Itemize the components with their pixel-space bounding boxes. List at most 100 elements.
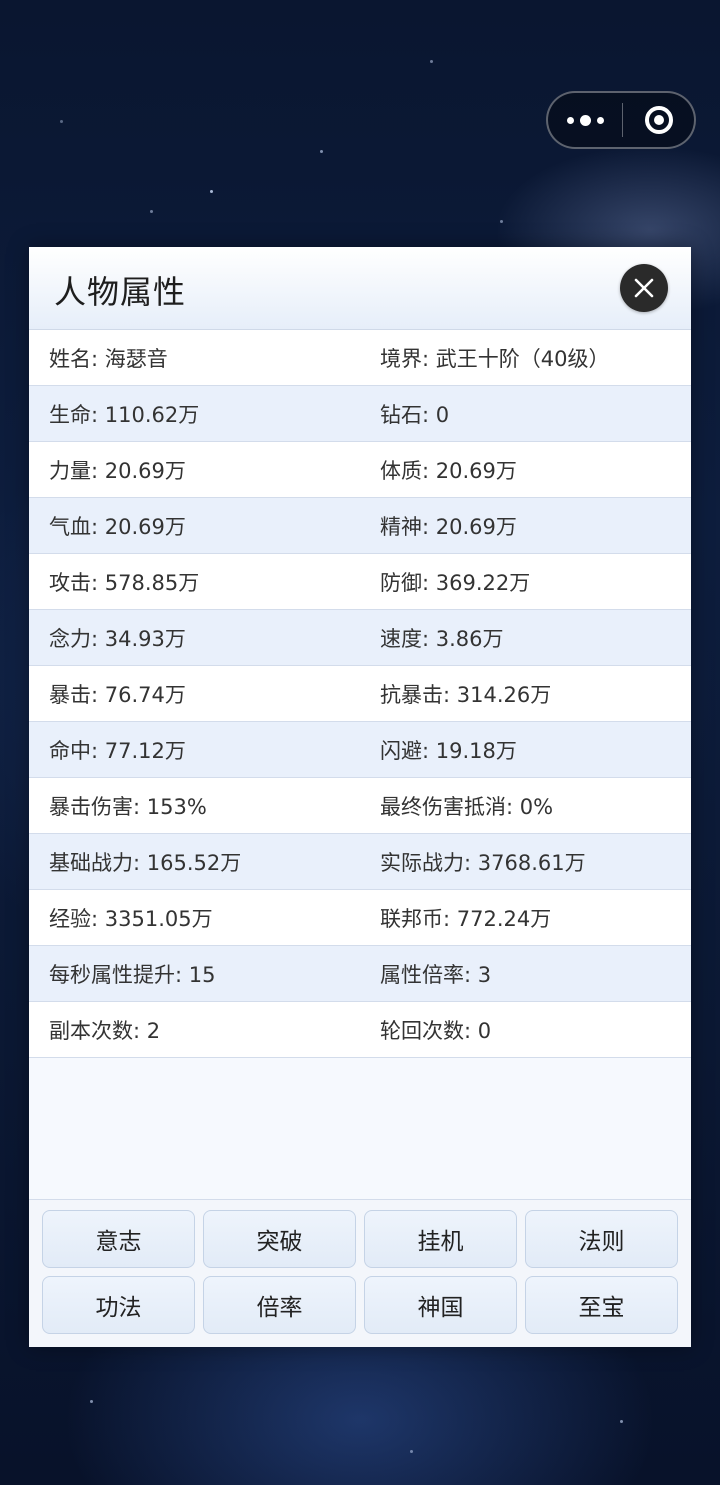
- attribute-separator: :: [91, 906, 105, 931]
- attribute-separator: :: [422, 570, 436, 595]
- attribute-row: 每秒属性提升: 15 属性倍率: 3: [29, 946, 691, 1002]
- attribute-cell: 姓名: 海瑟音: [29, 343, 360, 373]
- attribute-separator: :: [91, 346, 105, 371]
- attribute-cell: 体质: 20.69万: [360, 455, 691, 485]
- attribute-value: 0: [435, 402, 450, 427]
- attribute-label: 轮回次数: [380, 1018, 464, 1043]
- action-button-grid: 意志 突破 挂机 法则功法 倍率 神国 至宝: [42, 1210, 678, 1334]
- attribute-separator: :: [91, 626, 105, 651]
- background-star: [500, 220, 503, 223]
- attribute-value: 20.69万: [435, 458, 517, 483]
- attribute-row: 念力: 34.93万 速度: 3.86万: [29, 610, 691, 666]
- attribute-label: 联邦币: [380, 906, 443, 931]
- attribute-separator: :: [464, 962, 478, 987]
- attribute-cell: 力量: 20.69万: [29, 455, 360, 485]
- attribute-value: 578.85万: [104, 570, 200, 595]
- attribute-value: 20.69万: [104, 514, 186, 539]
- attribute-separator: :: [464, 850, 478, 875]
- background-star: [210, 190, 213, 193]
- background-star: [90, 1400, 93, 1403]
- attribute-cell: 实际战力: 3768.61万: [360, 847, 691, 877]
- attribute-row: 经验: 3351.05万 联邦币: 772.24万: [29, 890, 691, 946]
- attribute-label: 念力: [49, 626, 91, 651]
- attribute-label: 力量: [49, 458, 91, 483]
- background-star: [60, 120, 63, 123]
- attribute-row: 副本次数: 2 轮回次数: 0: [29, 1002, 691, 1058]
- attribute-value: 2: [146, 1018, 161, 1043]
- attribute-separator: :: [133, 850, 147, 875]
- attribute-value: 海瑟音: [104, 346, 168, 371]
- action-button[interactable]: 至宝: [525, 1276, 678, 1334]
- attribute-label: 姓名: [49, 346, 91, 371]
- action-button[interactable]: 意志: [42, 1210, 195, 1268]
- attribute-cell: 暴击: 76.74万: [29, 679, 360, 709]
- attribute-separator: :: [91, 738, 105, 763]
- attribute-cell: 联邦币: 772.24万: [360, 903, 691, 933]
- attribute-separator: :: [133, 794, 147, 819]
- attribute-cell: 抗暴击: 314.26万: [360, 679, 691, 709]
- attribute-row: 命中: 77.12万 闪避: 19.18万: [29, 722, 691, 778]
- attribute-separator: :: [422, 458, 436, 483]
- attribute-label: 每秒属性提升: [49, 962, 175, 987]
- panel-title: 人物属性: [54, 273, 187, 311]
- action-button[interactable]: 神国: [364, 1276, 517, 1334]
- attribute-separator: :: [506, 794, 520, 819]
- attribute-table: 姓名: 海瑟音 境界: 武王十阶（40级） 生命: 110.62万 钻石: 0 力量: …: [29, 330, 691, 1058]
- action-button[interactable]: 法则: [525, 1210, 678, 1268]
- attribute-label: 暴击: [49, 682, 91, 707]
- background-star: [410, 1450, 413, 1453]
- attribute-value: 武王十阶（40级）: [435, 346, 610, 371]
- attribute-label: 防御: [380, 570, 422, 595]
- action-button-bar: 意志 突破 挂机 法则功法 倍率 神国 至宝: [29, 1199, 691, 1347]
- action-button[interactable]: 功法: [42, 1276, 195, 1334]
- attribute-row: 生命: 110.62万 钻石: 0: [29, 386, 691, 442]
- attribute-cell: 生命: 110.62万: [29, 399, 360, 429]
- background-star: [620, 1420, 623, 1423]
- attribute-value: 772.24万: [456, 906, 552, 931]
- attribute-row: 力量: 20.69万 体质: 20.69万: [29, 442, 691, 498]
- attribute-separator: :: [422, 514, 436, 539]
- attribute-separator: :: [91, 514, 105, 539]
- attribute-value: 20.69万: [435, 514, 517, 539]
- attribute-cell: 念力: 34.93万: [29, 623, 360, 653]
- attribute-value: 0: [477, 1018, 492, 1043]
- attribute-cell: 闪避: 19.18万: [360, 735, 691, 765]
- attribute-row: 攻击: 578.85万 防御: 369.22万: [29, 554, 691, 610]
- attribute-separator: :: [422, 402, 436, 427]
- more-dots-icon[interactable]: [548, 93, 622, 147]
- close-button[interactable]: [620, 264, 668, 312]
- attribute-label: 暴击伤害: [49, 794, 133, 819]
- attribute-value: 3768.61万: [477, 850, 586, 875]
- attribute-cell: 最终伤害抵消: 0%: [360, 791, 691, 821]
- attribute-separator: :: [175, 962, 189, 987]
- attribute-label: 基础战力: [49, 850, 133, 875]
- background-star: [320, 150, 323, 153]
- action-button[interactable]: 突破: [203, 1210, 356, 1268]
- close-icon: [634, 278, 654, 298]
- attribute-value: 20.69万: [104, 458, 186, 483]
- attribute-cell: 攻击: 578.85万: [29, 567, 360, 597]
- attribute-separator: :: [443, 906, 457, 931]
- attribute-value: 165.52万: [146, 850, 242, 875]
- attribute-label: 攻击: [49, 570, 91, 595]
- attribute-separator: :: [422, 626, 436, 651]
- attribute-value: 0%: [519, 794, 554, 819]
- attribute-cell: 速度: 3.86万: [360, 623, 691, 653]
- attribute-value: 153%: [146, 794, 207, 819]
- attribute-separator: :: [422, 346, 436, 371]
- attribute-label: 经验: [49, 906, 91, 931]
- attribute-cell: 境界: 武王十阶（40级）: [360, 343, 691, 373]
- attribute-label: 命中: [49, 738, 91, 763]
- attribute-separator: :: [422, 738, 436, 763]
- attribute-separator: :: [91, 458, 105, 483]
- attribute-separator: :: [464, 1018, 478, 1043]
- attribute-row: 暴击伤害: 153% 最终伤害抵消: 0%: [29, 778, 691, 834]
- action-button[interactable]: 挂机: [364, 1210, 517, 1268]
- target-icon[interactable]: [623, 106, 694, 134]
- attribute-cell: 基础战力: 165.52万: [29, 847, 360, 877]
- attribute-value: 76.74万: [104, 682, 186, 707]
- action-button[interactable]: 倍率: [203, 1276, 356, 1334]
- attribute-cell: 精神: 20.69万: [360, 511, 691, 541]
- attribute-value: 369.22万: [435, 570, 531, 595]
- attribute-value: 3351.05万: [104, 906, 213, 931]
